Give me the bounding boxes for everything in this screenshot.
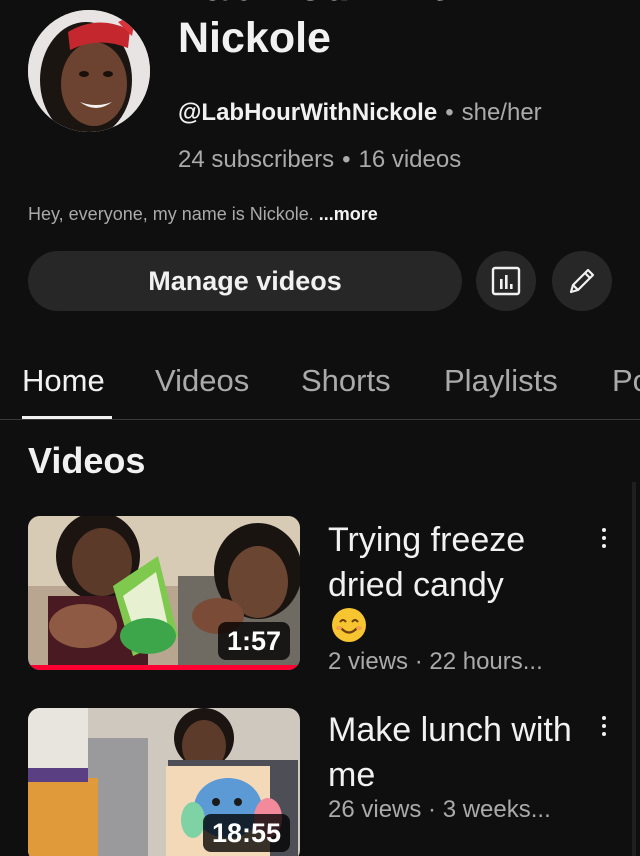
tab-shorts[interactable]: Shorts xyxy=(301,360,391,402)
more-link[interactable]: ...more xyxy=(319,204,378,224)
more-options-icon[interactable] xyxy=(592,520,616,556)
description-text: Hey, everyone, my name is Nickole. xyxy=(28,204,314,224)
separator-dot: • xyxy=(445,99,454,126)
channel-name: Lab Hour With Nickole xyxy=(178,0,618,64)
scrollbar[interactable] xyxy=(632,482,636,856)
channel-stats: 24 subscribers • 16 videos xyxy=(178,144,461,176)
section-title: Videos xyxy=(28,440,146,481)
tab-videos[interactable]: Videos xyxy=(155,360,249,402)
video-thumbnail[interactable]: 1:57 xyxy=(28,516,300,670)
subscriber-count: 24 subscribers xyxy=(178,146,335,173)
video-thumbnail[interactable]: 18:55 xyxy=(28,708,300,856)
edit-channel-button[interactable] xyxy=(552,251,612,311)
video-item[interactable]: 18:55 Make lunch with me 26 views · 3 we… xyxy=(0,708,640,856)
channel-name-line2: Nickole xyxy=(178,14,331,62)
smile-emoji-icon xyxy=(330,606,368,649)
pronouns: she/her xyxy=(461,99,542,126)
channel-description[interactable]: Hey, everyone, my name is Nickole. ...mo… xyxy=(28,201,378,227)
more-options-icon[interactable] xyxy=(592,708,616,744)
active-tab-indicator xyxy=(22,416,112,419)
tab-posts[interactable]: Po xyxy=(612,360,640,402)
manage-videos-button[interactable]: Manage videos xyxy=(28,251,462,311)
analytics-icon xyxy=(491,266,521,296)
video-meta: 2 views · 22 hours... xyxy=(328,648,543,675)
channel-tabs: Home Videos Shorts Playlists Po xyxy=(0,352,640,420)
video-title[interactable]: Make lunch with me xyxy=(328,708,578,798)
pencil-icon xyxy=(569,268,595,294)
tab-home[interactable]: Home xyxy=(22,360,105,402)
channel-name-line1: Lab Hour With xyxy=(178,0,618,12)
video-meta: 26 views · 3 weeks... xyxy=(328,796,551,823)
separator-dot: • xyxy=(342,146,351,173)
watch-progress-bar xyxy=(28,665,300,670)
video-count: 16 videos xyxy=(358,146,462,173)
channel-header: Lab Hour With Nickole @LabHourWithNickol… xyxy=(0,0,640,200)
handle-row: @LabHourWithNickole • she/her xyxy=(178,97,542,129)
video-duration: 1:57 xyxy=(217,622,290,660)
avatar-photo xyxy=(28,10,150,132)
analytics-button[interactable] xyxy=(476,251,536,311)
channel-handle[interactable]: @LabHourWithNickole xyxy=(178,99,437,126)
video-item[interactable]: 1:57 Trying freeze dried candy 2 views ·… xyxy=(0,516,640,686)
channel-avatar[interactable] xyxy=(28,10,150,132)
tab-playlists[interactable]: Playlists xyxy=(444,360,558,402)
video-title[interactable]: Trying freeze dried candy xyxy=(328,518,578,608)
video-duration: 18:55 xyxy=(202,814,290,852)
